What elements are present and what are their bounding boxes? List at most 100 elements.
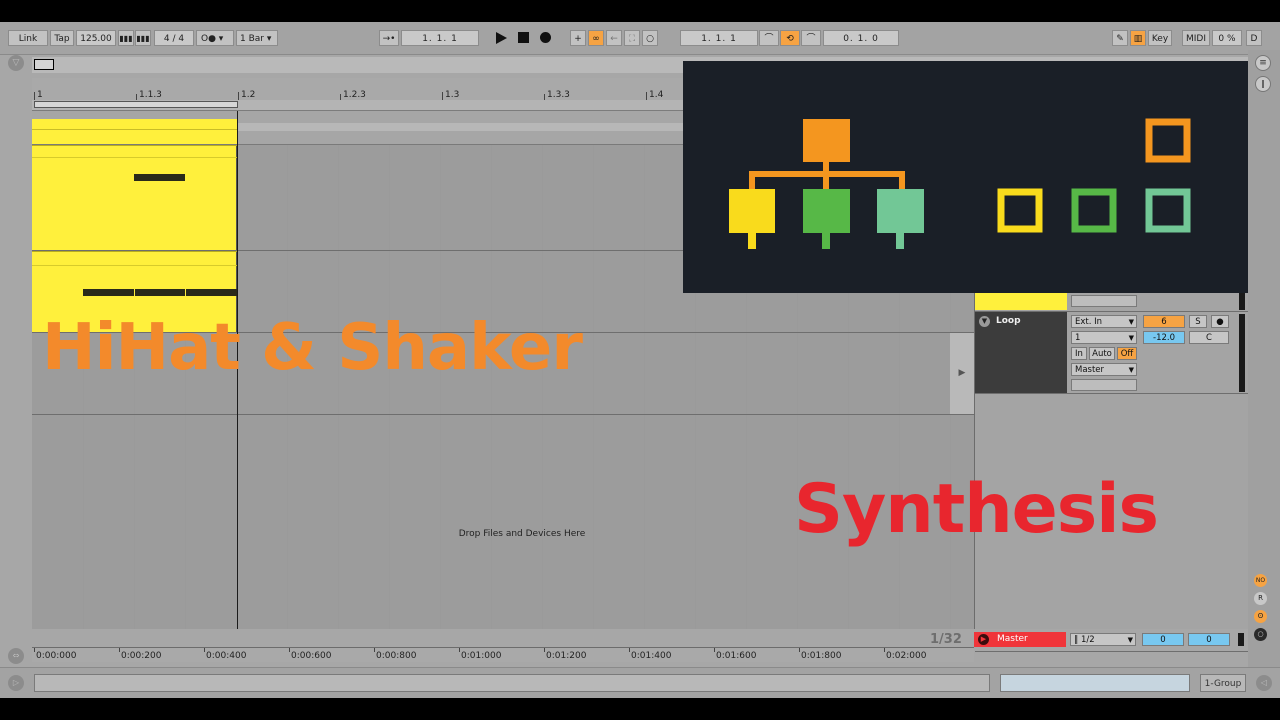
loop-region-bar[interactable] xyxy=(34,101,238,108)
io-toggle-icon[interactable]: NO xyxy=(1254,574,1267,587)
tempo-field[interactable]: 125.00 xyxy=(76,30,116,46)
loop-track-header[interactable]: ▼ Loop xyxy=(975,312,1067,393)
disk-overload-indicator: D xyxy=(1246,30,1262,46)
overview-window[interactable] xyxy=(34,59,54,70)
track-fold-icon[interactable]: ▼ xyxy=(979,316,990,327)
quantize-menu[interactable]: 1 Bar ▾ xyxy=(236,30,278,46)
master-volume-field[interactable]: 0 xyxy=(1142,633,1184,646)
nudge-up-icon[interactable]: ▮▮▮ xyxy=(135,30,151,46)
monitor-auto-button[interactable]: Auto xyxy=(1089,347,1115,360)
time-ruler[interactable]: 0:00:000 0:00:200 0:00:400 0:00:600 0:00… xyxy=(32,647,974,662)
solo-button[interactable]: S xyxy=(1189,315,1207,328)
track-name[interactable]: Loop xyxy=(996,316,1021,326)
record-icon[interactable] xyxy=(540,32,551,43)
child-node-stem xyxy=(748,233,756,249)
zoom-to-fit-icon[interactable]: ⇔ xyxy=(8,648,24,664)
overview-toggle-icon[interactable]: ▽ xyxy=(8,55,24,71)
track-activator-button[interactable]: 6 xyxy=(1143,315,1185,328)
link-button[interactable]: Link xyxy=(8,30,48,46)
bar-label: 1.2.3 xyxy=(343,90,366,100)
master-pan-field[interactable]: 0 xyxy=(1188,633,1230,646)
child-node-yellow xyxy=(729,189,775,233)
returns-toggle-icon[interactable]: R xyxy=(1254,592,1267,605)
hierarchy-diagram xyxy=(729,118,1191,249)
session-record-icon[interactable]: ○ xyxy=(642,30,658,46)
re-enable-automation-icon[interactable]: ← xyxy=(606,30,622,46)
quantize-label: 1 Bar xyxy=(240,34,264,44)
video-title-overlay: HiHat & Shaker xyxy=(42,311,583,385)
time-label: 0:02:000 xyxy=(886,651,927,661)
nudge-down-icon[interactable]: ▮▮▮ xyxy=(118,30,134,46)
child-node-stem xyxy=(896,233,904,249)
ableton-window: Link Tap 125.00 ▮▮▮ ▮▮▮ 4 / 4 O● ▾ 1 Bar… xyxy=(0,22,1280,698)
track-fold-icon[interactable]: ▶ xyxy=(978,634,989,645)
loop-start-field[interactable]: 1. 1. 1 xyxy=(680,30,758,46)
track-header-color[interactable] xyxy=(975,293,1067,310)
cue-out-menu[interactable]: ‖ 1/2 xyxy=(1070,633,1136,647)
time-label: 0:00:000 xyxy=(36,651,77,661)
loop-length-field[interactable]: 0. 1. 0 xyxy=(823,30,899,46)
group-clip-overview[interactable] xyxy=(32,119,237,144)
bar-label: 1.3.3 xyxy=(547,90,570,100)
crossfade-toggle-icon[interactable]: ○ xyxy=(1254,628,1267,641)
midi-map-button[interactable]: MIDI xyxy=(1182,30,1210,46)
bar-label: 1.3 xyxy=(445,90,460,100)
capture-icon[interactable]: ⛶ xyxy=(624,30,640,46)
master-level-meter xyxy=(1238,633,1244,646)
child-node-stem xyxy=(822,233,830,249)
draw-mode-icon[interactable]: ✎ xyxy=(1112,30,1128,46)
bar-label: 1.1.3 xyxy=(139,90,162,100)
selected-track-field[interactable] xyxy=(1000,674,1190,692)
detail-view-toggle-icon[interactable]: ◁ xyxy=(1256,675,1272,691)
hierarchy-diagram-overlay xyxy=(683,61,1248,293)
monitor-in-button[interactable]: In xyxy=(1071,347,1087,360)
arm-record-button[interactable]: ● xyxy=(1211,315,1229,328)
time-label: 0:01:200 xyxy=(546,651,587,661)
cpu-meter: 0 % xyxy=(1212,30,1242,46)
master-track-header[interactable]: ▶ Master xyxy=(974,632,1066,647)
right-icon-column xyxy=(1248,50,1280,682)
connector-line xyxy=(749,171,755,189)
stop-icon[interactable] xyxy=(518,32,529,43)
punch-out-icon[interactable]: ⌒ xyxy=(801,30,821,46)
child-node-mint xyxy=(877,189,924,233)
punch-in-icon[interactable]: ⌒ xyxy=(759,30,779,46)
midi-note[interactable] xyxy=(186,289,237,296)
status-message-field xyxy=(34,674,990,692)
tap-button[interactable]: Tap xyxy=(50,30,74,46)
time-label: 0:00:600 xyxy=(291,651,332,661)
loop-switch-icon[interactable]: ⟲ xyxy=(780,30,800,46)
computer-keyboard-icon[interactable]: ▥ xyxy=(1130,30,1146,46)
mixer-section-icon[interactable]: ʘ xyxy=(1254,610,1267,623)
info-view-toggle-icon[interactable]: ▷ xyxy=(8,675,24,691)
pan-field[interactable]: C xyxy=(1189,331,1229,344)
overdub-icon[interactable]: + xyxy=(570,30,586,46)
output-menu[interactable]: Master xyxy=(1071,363,1137,377)
monitor-off-button[interactable]: Off xyxy=(1117,347,1137,360)
mixer-toggle-icon[interactable]: ‖ xyxy=(1255,76,1271,92)
key-map-button[interactable]: Key xyxy=(1148,30,1172,46)
midi-note[interactable] xyxy=(83,289,134,296)
input-channel-value: 1 xyxy=(1075,333,1081,343)
input-channel-menu[interactable]: 1 xyxy=(1071,331,1137,345)
midi-note[interactable] xyxy=(135,289,185,296)
play-icon[interactable] xyxy=(496,32,507,44)
midi-note[interactable] xyxy=(134,174,185,181)
follow-icon[interactable]: →• xyxy=(379,30,399,46)
midi-clip[interactable] xyxy=(32,145,237,250)
zoom-label: 1/32 xyxy=(930,632,962,647)
input-type-menu[interactable]: Ext. In xyxy=(1071,315,1137,329)
time-signature-field[interactable]: 4 / 4 xyxy=(154,30,194,46)
time-label: 0:01:400 xyxy=(631,651,672,661)
selected-group-label[interactable]: 1-Group xyxy=(1200,674,1246,692)
metronome-button[interactable]: O● ▾ xyxy=(196,30,234,46)
settings-menu-icon[interactable]: ≡ xyxy=(1255,55,1271,71)
hollow-node-yellow xyxy=(997,188,1043,233)
hollow-node-orange xyxy=(1145,118,1191,163)
volume-field[interactable]: -12.0 xyxy=(1143,331,1185,344)
track-fold-icon[interactable]: ▶ xyxy=(950,333,974,414)
automation-arm-icon[interactable]: ∞ xyxy=(588,30,604,46)
metronome-icon: O● xyxy=(201,34,216,44)
cue-out-icon: ‖ xyxy=(1074,635,1081,645)
arrangement-position-field[interactable]: 1. 1. 1 xyxy=(401,30,479,46)
